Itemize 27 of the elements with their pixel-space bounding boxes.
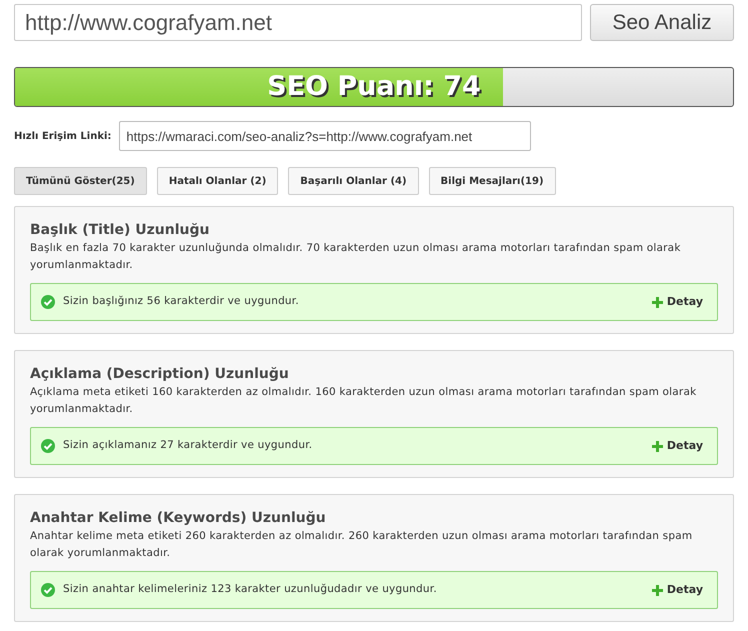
check-icon (41, 295, 55, 309)
check-icon (41, 439, 55, 453)
check-icon (41, 583, 55, 597)
filter-button[interactable]: Bilgi Mesajları(19) (428, 167, 556, 195)
plus-icon (652, 440, 663, 452)
check-title: Başlık (Title) Uzunluğu (30, 221, 210, 240)
filter-button[interactable]: Tümünü Göster(25) (14, 167, 147, 195)
result-text: Sizin başlığınız 56 karakterdir ve uygundur. (63, 294, 300, 310)
url-field[interactable]: http://www.cografyam.net (14, 4, 582, 41)
quick-link-field[interactable]: https://wmaraci.com/seo-analiz?s=http://www.cografyam.net (119, 121, 532, 151)
analyze-button[interactable]: Seo Analiz (590, 4, 734, 41)
check-description: Başlık en fazla 70 karakter uzunluğunda olmalıdır. 70 karakterden uzun olması arama motorları tarafından spam olarak yorumlanmaktadır. (30, 241, 682, 273)
plus-icon (652, 584, 663, 596)
result-text: Sizin anahtar kelimeleriniz 123 karakter uzunluğudadır ve uygundur. (63, 582, 438, 598)
filter-button[interactable]: Hatalı Olanlar (2) (156, 167, 278, 195)
result-text: Sizin açıklamanız 27 karakterdir ve uygundur. (63, 438, 314, 454)
score-label: SEO Puanı: 74 (267, 70, 481, 104)
plus-icon (652, 296, 663, 308)
detail-link[interactable]: Detay (652, 582, 703, 598)
check-title: Açıklama (Description) Uzunluğu (30, 365, 290, 384)
detail-link[interactable]: Detay (652, 294, 703, 310)
quick-link-label: Hızlı Erişim Linki: (14, 130, 112, 144)
check-description: Anahtar kelime meta etiketi 260 karakterden az olmalıdır. 260 karakterden uzun olması arama motorları tarafından spam olarak yorumlanmaktadır. (30, 529, 694, 561)
check-title: Anahtar Kelime (Keywords) Uzunluğu (30, 509, 327, 528)
detail-link[interactable]: Detay (652, 438, 703, 454)
check-description: Açıklama meta etiketi 160 karakterden az olmalıdır. 160 karakterden uzun olması arama motorları tarafından spam olarak yorumlanmaktadır. (30, 385, 698, 417)
filter-button[interactable]: Başarılı Olanlar (4) (288, 167, 419, 195)
